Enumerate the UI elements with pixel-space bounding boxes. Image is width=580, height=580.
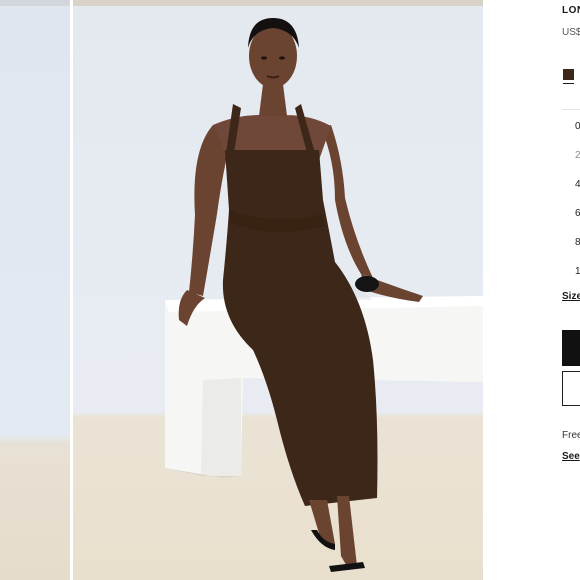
shipping-details-link[interactable]: See xyxy=(562,451,580,462)
swatch-selected-indicator xyxy=(563,83,574,84)
size-option[interactable]: 2 xyxy=(575,150,580,161)
size-option[interactable]: 1 xyxy=(575,266,580,275)
gallery-image-previous[interactable] xyxy=(0,0,70,580)
product-title: LON xyxy=(562,5,580,16)
size-list: 0 2 4 6 8 1 xyxy=(562,115,580,275)
shipping-info: Free xyxy=(562,430,580,441)
size-guide-link[interactable]: Size xyxy=(562,291,580,302)
photo-top-edge xyxy=(0,0,70,6)
size-option[interactable]: 8 xyxy=(575,237,580,248)
gallery-image-main[interactable] xyxy=(73,0,483,580)
size-option[interactable]: 0 xyxy=(575,121,580,132)
size-option[interactable]: 6 xyxy=(575,208,580,219)
wishlist-button[interactable] xyxy=(562,371,580,406)
size-option[interactable]: 4 xyxy=(575,179,580,190)
product-price: US$ xyxy=(562,27,580,38)
product-panel: LON US$ 0 2 4 6 8 1 Size Free See xyxy=(483,0,580,580)
add-to-cart-button[interactable] xyxy=(562,330,580,366)
divider xyxy=(562,109,580,110)
model-illustration xyxy=(165,18,483,572)
color-swatch-icon[interactable] xyxy=(563,69,574,80)
